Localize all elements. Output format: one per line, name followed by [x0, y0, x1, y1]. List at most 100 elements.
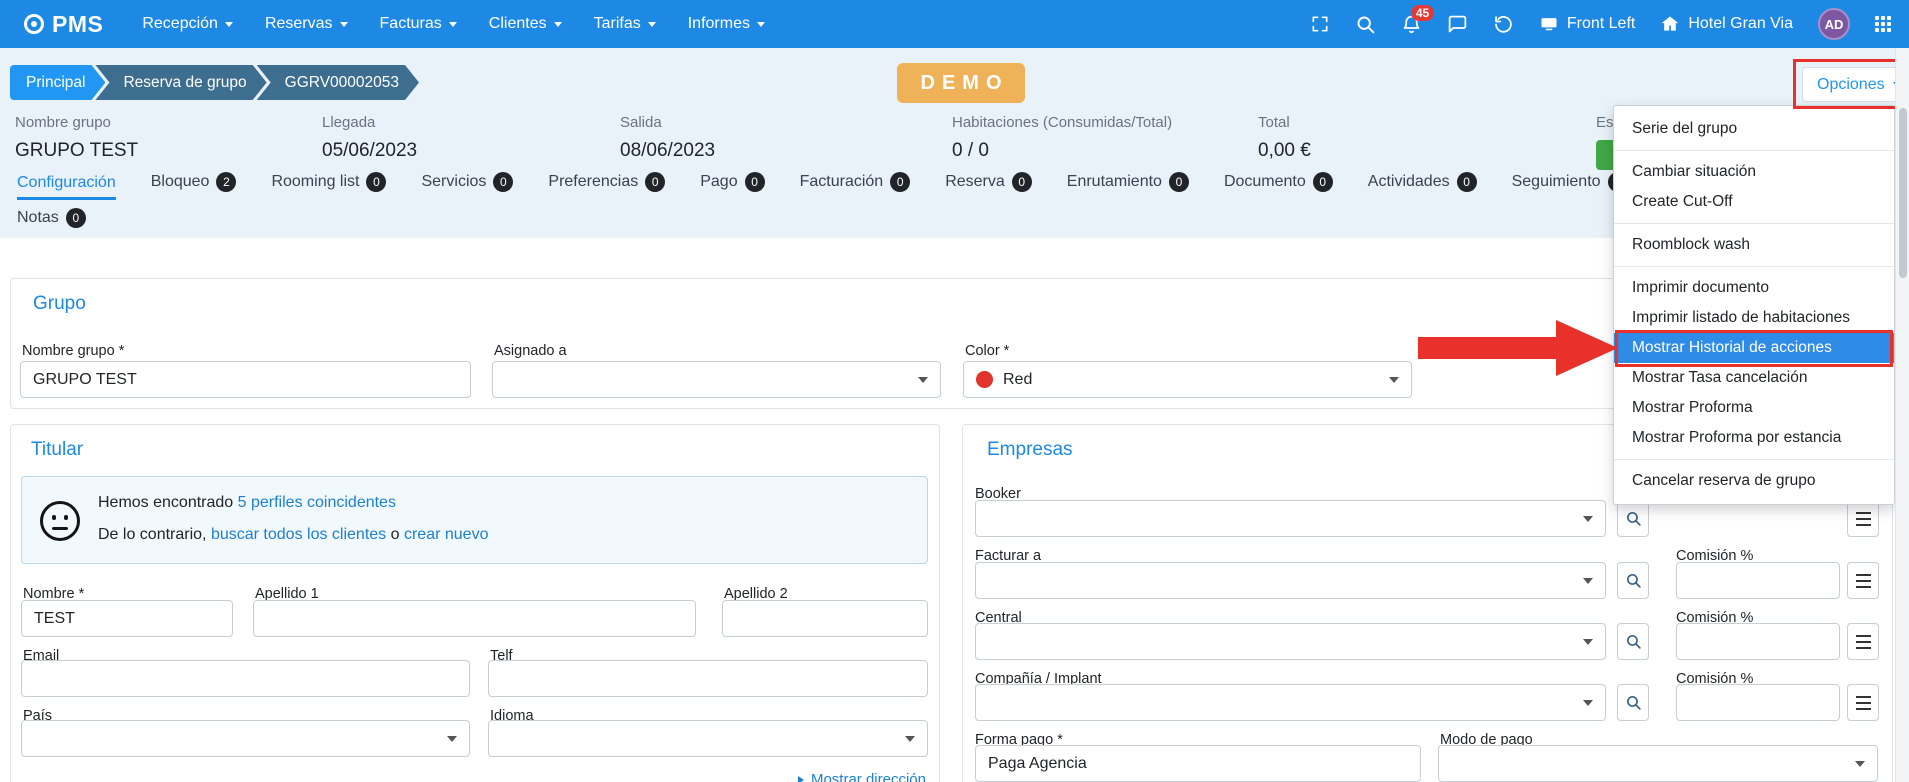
breadcrumb-principal[interactable]: Principal [10, 65, 105, 100]
search-icon[interactable] [1355, 14, 1376, 35]
color-select[interactable]: Red [963, 361, 1412, 398]
idioma-select[interactable] [488, 720, 928, 757]
modo-de-pago-select[interactable] [1438, 745, 1878, 782]
search-icon [1625, 633, 1642, 650]
menu-item-imprimir-listado-de-habitaciones[interactable]: Imprimir listado de habitaciones [1614, 303, 1894, 333]
terminal-selector[interactable]: Front Left [1539, 14, 1635, 34]
menu-reservas[interactable]: Reservas [252, 7, 361, 41]
menu-item-roomblock-wash[interactable]: Roomblock wash [1614, 230, 1894, 260]
scrollbar-thumb[interactable] [1899, 108, 1907, 278]
notifications-bell-icon[interactable]: 45 [1401, 14, 1422, 35]
app-logo[interactable]: PMS [24, 11, 103, 38]
hotel-selector[interactable]: Hotel Gran Via [1660, 14, 1793, 34]
apps-grid-icon[interactable] [1875, 16, 1891, 32]
booker-search-button[interactable] [1617, 500, 1649, 537]
menu-item-serie-del-grupo[interactable]: Serie del grupo [1614, 114, 1894, 144]
pms-logo-icon [24, 14, 44, 34]
compania-implant-menu-button[interactable] [1847, 684, 1879, 721]
compania-implant-search-button[interactable] [1617, 684, 1649, 721]
compania-implant-comision-input[interactable] [1676, 684, 1840, 721]
summary-salida: Salida 08/06/2023 [620, 114, 715, 162]
menu-item-create-cut-off[interactable]: Create Cut-Off [1614, 187, 1894, 217]
perfiles-coincidentes-link[interactable]: 5 perfiles coincidentes [238, 494, 396, 511]
menu-item-mostrar-tasa-cancelacion[interactable]: Mostrar Tasa cancelación [1614, 363, 1894, 393]
menu-item-cambiar-situacion[interactable]: Cambiar situación [1614, 157, 1894, 187]
summary-nombre-grupo: Nombre grupo GRUPO TEST [15, 114, 138, 162]
alert-text: Hemos encontrado [98, 494, 233, 511]
apellido2-input[interactable] [722, 600, 928, 637]
telf-input[interactable] [488, 660, 928, 697]
facturar-a-comision-input[interactable] [1676, 562, 1840, 599]
tab-actividades[interactable]: Actividades 0 [1368, 172, 1477, 200]
menu-tarifas[interactable]: Tarifas [581, 7, 669, 41]
menu-facturas[interactable]: Facturas [367, 7, 470, 41]
vertical-scrollbar[interactable] [1895, 48, 1909, 782]
tab-notas[interactable]: Notas 0 [17, 208, 86, 236]
pais-select[interactable] [21, 720, 470, 757]
tab-reserva[interactable]: Reserva 0 [945, 172, 1032, 200]
tab-seguimiento[interactable]: Seguimiento 0 [1512, 172, 1628, 200]
tabs-row-1: Configuración Bloqueo 2 Rooming list 0 S… [17, 172, 1628, 200]
tab-bloqueo[interactable]: Bloqueo 2 [151, 172, 237, 200]
summary-value: 05/06/2023 [322, 140, 417, 162]
tab-pago[interactable]: Pago 0 [700, 172, 764, 200]
tab-facturacion[interactable]: Facturación 0 [800, 172, 911, 200]
summary-value: 0 / 0 [952, 140, 1172, 162]
mostrar-direccion-link[interactable]: Mostrar dirección [798, 771, 926, 782]
tab-documento[interactable]: Documento 0 [1224, 172, 1333, 200]
user-avatar[interactable]: AD [1818, 8, 1850, 40]
tab-servicios[interactable]: Servicios 0 [421, 172, 513, 200]
menu-item-mostrar-proforma-por-estancia[interactable]: Mostrar Proforma por estancia [1614, 423, 1894, 453]
tab-label: Seguimiento [1512, 173, 1601, 191]
chevron-down-icon [905, 736, 915, 747]
buscar-clientes-link[interactable]: buscar todos los clientes [211, 526, 386, 543]
tab-label: Actividades [1368, 173, 1450, 191]
tab-configuracion[interactable]: Configuración [17, 174, 116, 200]
tab-label: Rooming list [271, 173, 359, 191]
email-input[interactable] [21, 660, 470, 697]
facturar-a-menu-button[interactable] [1847, 562, 1879, 599]
breadcrumb-reserva-de-grupo[interactable]: Reserva de grupo [95, 65, 266, 100]
central-menu-button[interactable] [1847, 623, 1879, 660]
breadcrumb: Principal Reserva de grupo GGRV00002053 [10, 65, 419, 100]
tab-rooming-list[interactable]: Rooming list 0 [271, 172, 386, 200]
menu-item-cancelar-reserva-de-grupo[interactable]: Cancelar reserva de grupo [1614, 466, 1894, 496]
menu-clientes[interactable]: Clientes [476, 7, 575, 41]
tab-preferencias[interactable]: Preferencias 0 [548, 172, 665, 200]
menu-item-mostrar-historial-de-acciones[interactable]: Mostrar Historial de acciones [1614, 333, 1894, 363]
forma-pago-input[interactable] [975, 745, 1421, 782]
menu-informes[interactable]: Informes [675, 7, 778, 41]
chat-icon[interactable] [1447, 14, 1468, 35]
tab-count-badge: 0 [1457, 172, 1477, 192]
facturar-a-search-button[interactable] [1617, 562, 1649, 599]
central-select[interactable] [975, 623, 1606, 660]
booker-select[interactable] [975, 500, 1606, 537]
fullscreen-icon[interactable] [1310, 14, 1330, 34]
facturar-a-select[interactable] [975, 562, 1606, 599]
menu-label: Informes [688, 15, 750, 33]
menu-item-imprimir-documento[interactable]: Imprimir documento [1614, 273, 1894, 303]
nombre-input[interactable] [21, 600, 233, 637]
history-icon[interactable] [1493, 14, 1514, 35]
opciones-button[interactable]: Opciones [1802, 67, 1909, 102]
apellido1-input[interactable] [253, 600, 696, 637]
summary-label: Habitaciones (Consumidas/Total) [952, 114, 1172, 131]
central-search-button[interactable] [1617, 623, 1649, 660]
menu-item-mostrar-proforma[interactable]: Mostrar Proforma [1614, 393, 1894, 423]
breadcrumb-group-code[interactable]: GGRV00002053 [257, 65, 419, 100]
tab-count-badge: 0 [890, 172, 910, 192]
grupo-section: Grupo Nombre grupo * Asignado a Color * … [10, 278, 1893, 409]
menu-recepcion[interactable]: Recepción [129, 7, 246, 41]
asignado-a-select[interactable] [492, 361, 941, 398]
brand-name: PMS [52, 11, 103, 38]
crear-nuevo-link[interactable]: crear nuevo [404, 526, 489, 543]
central-comision-input[interactable] [1676, 623, 1840, 660]
booker-menu-button[interactable] [1847, 500, 1879, 537]
compania-implant-select[interactable] [975, 684, 1606, 721]
mostrar-direccion-label: Mostrar dirección [811, 771, 926, 782]
summary-total: Total 0,00 € [1258, 114, 1311, 162]
alert-line-2: De lo contrario, buscar todos los client… [98, 526, 488, 544]
tab-enrutamiento[interactable]: Enrutamiento 0 [1067, 172, 1189, 200]
nombre-grupo-input[interactable] [20, 361, 471, 398]
tab-label: Pago [700, 173, 737, 191]
